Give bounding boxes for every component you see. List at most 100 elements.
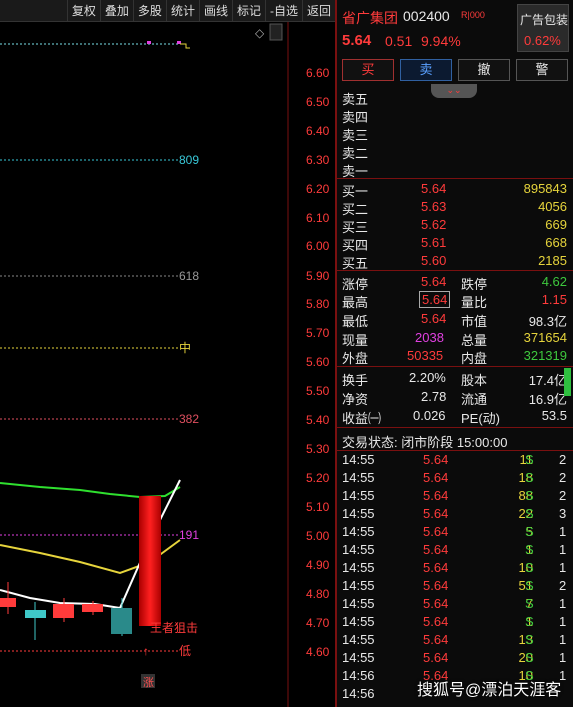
bid-volume: 4056 [538, 199, 567, 214]
tick-side: S [525, 488, 534, 503]
high-label: 最高 [342, 295, 369, 310]
divider [337, 427, 573, 428]
price-axis-label: 6.10 [306, 211, 330, 225]
tick-time: 14:55 [342, 596, 375, 611]
tick-price: 5.64 [423, 560, 449, 575]
scroll-indicator[interactable] [564, 368, 571, 396]
tick-side: S [525, 614, 534, 629]
high-value: 5.64 [419, 291, 451, 308]
pe-value: 53.5 [541, 408, 567, 423]
last-price: 5.64 [342, 32, 372, 49]
up-arrow-icon: ↑ [143, 644, 149, 658]
tick-time: 14:55 [342, 542, 375, 557]
sell-button[interactable]: 卖 [400, 59, 452, 81]
inner-volume-label: 内盘 [461, 351, 488, 366]
bid-volume: 668 [545, 235, 567, 250]
limit-up-candle [139, 496, 161, 626]
pe-label: PE(动) [461, 411, 501, 426]
price-axis-label: 6.60 [306, 66, 330, 80]
price-axis-label: 6.20 [306, 182, 330, 196]
bid-volume: 669 [545, 217, 567, 232]
low-label: 最低 [342, 314, 369, 329]
chart-scroll-handle[interactable] [269, 23, 283, 41]
toolbar-fuquan[interactable]: 复权 [66, 0, 100, 21]
tick-side: S [525, 470, 534, 485]
bid-level-label: 买四 [342, 238, 369, 253]
tick-price: 5.64 [423, 578, 449, 593]
price-axis: 6.60 6.50 6.40 6.30 6.20 6.10 6.00 5.90 … [306, 66, 330, 659]
toolbar-stats[interactable]: 统计 [165, 0, 199, 21]
bid-level-label: 买三 [342, 220, 369, 235]
level-191-label: 191 [179, 528, 199, 542]
buy-button[interactable]: 买 [342, 59, 394, 81]
limit-up-value: 5.64 [421, 274, 447, 289]
tick-price: 5.64 [423, 650, 449, 665]
toolbar-draw-line[interactable]: 画线 [198, 0, 232, 21]
turnover-value: 2.20% [409, 370, 446, 385]
sector-pct: 0.62% [524, 33, 561, 48]
tick-price: 5.64 [423, 452, 449, 467]
candle [25, 610, 46, 618]
sector-box[interactable]: 广告包装 0.62% [517, 4, 569, 52]
total-shares-label: 股本 [461, 373, 488, 388]
collapse-chevron-icon[interactable]: ⌄⌄ [431, 84, 477, 98]
eps-label: 收益㈠ [342, 411, 382, 426]
ask-level-label: 卖四 [342, 110, 369, 125]
price-axis-label: 4.70 [306, 616, 330, 630]
tick-count: 2 [559, 488, 567, 503]
net-assets-label: 净资 [342, 392, 369, 407]
market-cap-value: 98.3亿 [528, 314, 567, 329]
toolbar-overlay[interactable]: 叠加 [99, 0, 133, 21]
stock-tag: R|000 [461, 10, 485, 20]
alert-button[interactable]: 警 [516, 59, 568, 81]
eps-value: 0.026 [413, 408, 446, 423]
king-snipe-label: 王者狙击 [150, 621, 198, 635]
kline-chart-area[interactable]: ◇ 809 618 中 382 191 低 王者狙击 ↑ 涨 6.60 6.50… [0, 22, 335, 707]
tick-side: S [525, 632, 534, 647]
cancel-order-button[interactable]: 撤 [458, 59, 510, 81]
candle [0, 598, 16, 607]
limit-down-label: 跌停 [461, 277, 488, 292]
kline-chart-svg[interactable]: ◇ 809 618 中 382 191 低 王者狙击 ↑ 涨 6.60 6.50… [0, 22, 335, 707]
tick-time: 14:55 [342, 470, 375, 485]
toolbar-multi-stock[interactable]: 多股 [132, 0, 166, 21]
limit-up-label: 涨停 [342, 277, 369, 292]
bid-price[interactable]: 5.61 [421, 235, 446, 250]
bid-price[interactable]: 5.63 [421, 199, 446, 214]
tick-side: S [525, 506, 534, 521]
tick-list[interactable]: 14:55 5.64 11 S 2 14:55 5.64 18 S 2 14:5… [337, 452, 573, 707]
float-shares-value: 16.9亿 [528, 392, 567, 407]
outer-volume-value: 50335 [407, 348, 444, 363]
tick-price: 5.64 [423, 596, 449, 611]
price-axis-label: 5.50 [306, 384, 330, 398]
marker [180, 43, 190, 49]
level-618-label: 618 [179, 269, 199, 283]
level-low-label: 低 [179, 644, 191, 658]
tick-price: 5.64 [423, 524, 449, 539]
tick-count: 2 [559, 470, 567, 485]
level-mid-label: 中 [179, 340, 191, 355]
volume-ratio-label: 量比 [461, 295, 488, 310]
float-shares-label: 流通 [461, 392, 488, 407]
price-axis-label: 6.30 [306, 153, 330, 167]
bid-price[interactable]: 5.60 [421, 253, 446, 268]
zhang-label: 涨 [143, 676, 154, 689]
ma-green-line [0, 482, 181, 499]
tick-time: 14:55 [342, 560, 375, 575]
toolbar-remove-watchlist[interactable]: -自选 [264, 0, 302, 21]
tick-price: 5.64 [423, 470, 449, 485]
candle [82, 604, 103, 612]
sector-name: 广告包装 [520, 13, 569, 27]
bid-price[interactable]: 5.64 [421, 181, 446, 196]
diamond-icon[interactable]: ◇ [255, 26, 265, 40]
chart-toolbar: 复权 叠加 多股 统计 画线 标记 -自选 返回 [0, 0, 335, 22]
low-value: 5.64 [421, 311, 447, 326]
bid-level-label: 买二 [342, 202, 369, 217]
price-axis-label: 5.40 [306, 413, 330, 427]
tick-count: 2 [559, 452, 567, 467]
tick-time: 14:55 [342, 614, 375, 629]
toolbar-back[interactable]: 返回 [301, 0, 335, 21]
toolbar-mark[interactable]: 标记 [231, 0, 265, 21]
bid-price[interactable]: 5.62 [421, 217, 446, 232]
price-axis-label: 6.50 [306, 95, 330, 109]
